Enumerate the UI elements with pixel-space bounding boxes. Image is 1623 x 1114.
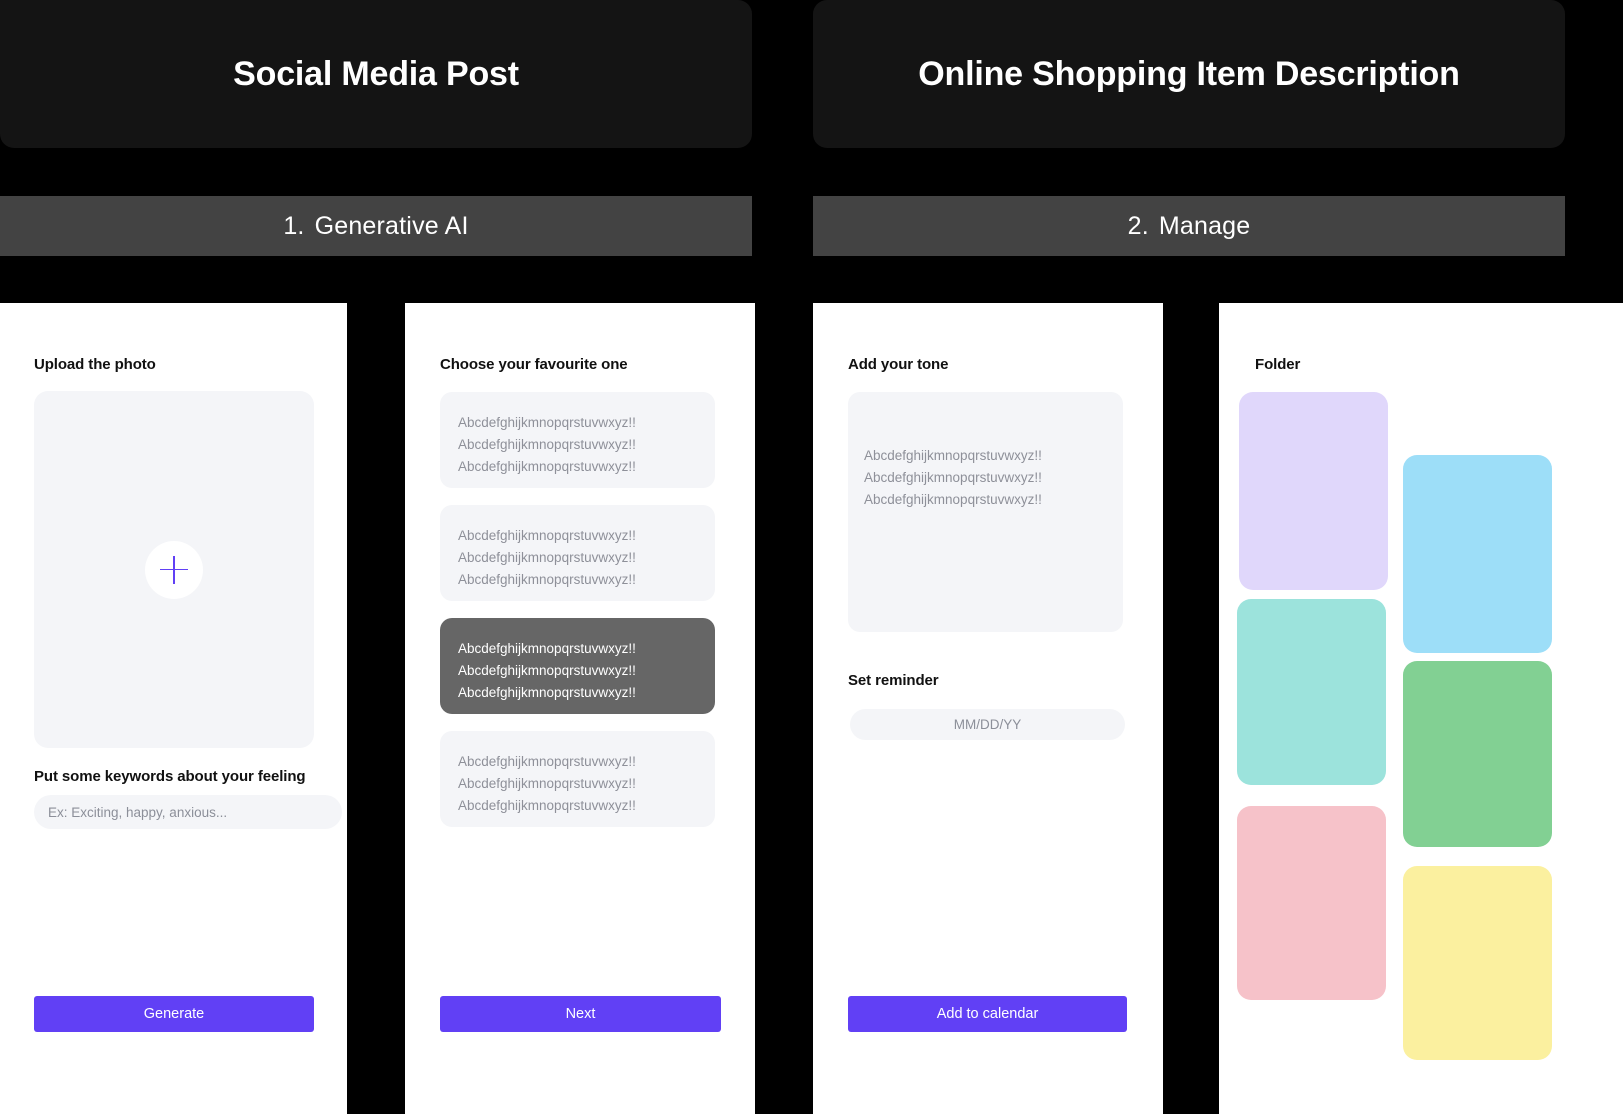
option-line: Abcdefghijkmnopqrstuvwxyz!!: [458, 528, 636, 543]
option-line: Abcdefghijkmnopqrstuvwxyz!!: [458, 776, 636, 791]
option-line: Abcdefghijkmnopqrstuvwxyz!!: [458, 641, 636, 656]
reminder-date-placeholder: MM/DD/YY: [953, 717, 1022, 732]
title-card-social-media-post: Social Media Post: [0, 0, 752, 148]
add-to-calendar-button-label: Add to calendar: [936, 1006, 1039, 1022]
option-line: Abcdefghijkmnopqrstuvwxyz!!: [458, 663, 636, 678]
option-card[interactable]: Abcdefghijkmnopqrstuvwxyz!! Abcdefghijkm…: [440, 392, 715, 488]
next-button-label: Next: [565, 1006, 596, 1022]
folder-card[interactable]: [1403, 866, 1552, 1060]
next-button[interactable]: Next: [440, 996, 721, 1032]
folder-card[interactable]: [1403, 455, 1552, 653]
folder-card[interactable]: [1237, 806, 1386, 1000]
plus-icon: [160, 555, 188, 584]
folder-card[interactable]: [1237, 599, 1386, 785]
option-card[interactable]: Abcdefghijkmnopqrstuvwxyz!! Abcdefghijkm…: [440, 731, 715, 827]
option-card[interactable]: Abcdefghijkmnopqrstuvwxyz!! Abcdefghijkm…: [440, 505, 715, 601]
add-to-calendar-button[interactable]: Add to calendar: [848, 996, 1127, 1032]
screen-upload-photo: Upload the photo Put some keywords about…: [0, 303, 347, 1114]
reminder-date-input[interactable]: MM/DD/YY: [850, 709, 1125, 740]
upload-section-label: Upload the photo: [34, 356, 156, 373]
tone-line: Abcdefghijkmnopqrstuvwxyz!!: [864, 470, 1042, 485]
step-number-2: 2.: [1127, 211, 1149, 240]
title-card-online-shopping-item-description: Online Shopping Item Description: [813, 0, 1565, 148]
keywords-placeholder: Ex: Exciting, happy, anxious...: [48, 804, 228, 820]
step-band-manage: 2. Manage: [813, 196, 1565, 256]
tone-line: Abcdefghijkmnopqrstuvwxyz!!: [864, 492, 1042, 507]
step-number-1: 1.: [283, 211, 305, 240]
step-label-1: Generative AI: [314, 211, 469, 240]
photo-upload-dropzone[interactable]: [34, 391, 314, 748]
page-title-left: Social Media Post: [233, 54, 519, 93]
option-line: Abcdefghijkmnopqrstuvwxyz!!: [458, 550, 636, 565]
option-line: Abcdefghijkmnopqrstuvwxyz!!: [458, 415, 636, 430]
header-row: Social Media Post Online Shopping Item D…: [0, 0, 1623, 148]
generate-button[interactable]: Generate: [34, 996, 314, 1032]
keywords-section-label: Put some keywords about your feeling: [34, 768, 306, 785]
tone-line: Abcdefghijkmnopqrstuvwxyz!!: [864, 448, 1042, 463]
tone-textarea[interactable]: Abcdefghijkmnopqrstuvwxyz!! Abcdefghijkm…: [848, 392, 1123, 632]
page-title-right: Online Shopping Item Description: [918, 54, 1460, 93]
step-band-generative-ai: 1. Generative AI: [0, 196, 752, 256]
choose-section-label: Choose your favourite one: [440, 356, 628, 373]
option-line: Abcdefghijkmnopqrstuvwxyz!!: [458, 754, 636, 769]
tone-text: Abcdefghijkmnopqrstuvwxyz!! Abcdefghijkm…: [864, 445, 1042, 511]
option-line: Abcdefghijkmnopqrstuvwxyz!!: [458, 459, 636, 474]
option-line: Abcdefghijkmnopqrstuvwxyz!!: [458, 685, 636, 700]
tone-section-label: Add your tone: [848, 356, 949, 373]
folder-card[interactable]: [1403, 661, 1552, 847]
step-label-2: Manage: [1158, 211, 1251, 240]
folder-card[interactable]: [1239, 392, 1388, 590]
option-line: Abcdefghijkmnopqrstuvwxyz!!: [458, 798, 636, 813]
option-line: Abcdefghijkmnopqrstuvwxyz!!: [458, 572, 636, 587]
reminder-section-label: Set reminder: [848, 672, 939, 689]
option-card-selected[interactable]: Abcdefghijkmnopqrstuvwxyz!! Abcdefghijkm…: [440, 618, 715, 714]
keywords-input[interactable]: Ex: Exciting, happy, anxious...: [34, 795, 342, 829]
option-line: Abcdefghijkmnopqrstuvwxyz!!: [458, 437, 636, 452]
generate-button-label: Generate: [143, 1006, 205, 1022]
folder-section-label: Folder: [1255, 356, 1301, 373]
add-photo-button[interactable]: [145, 540, 203, 599]
